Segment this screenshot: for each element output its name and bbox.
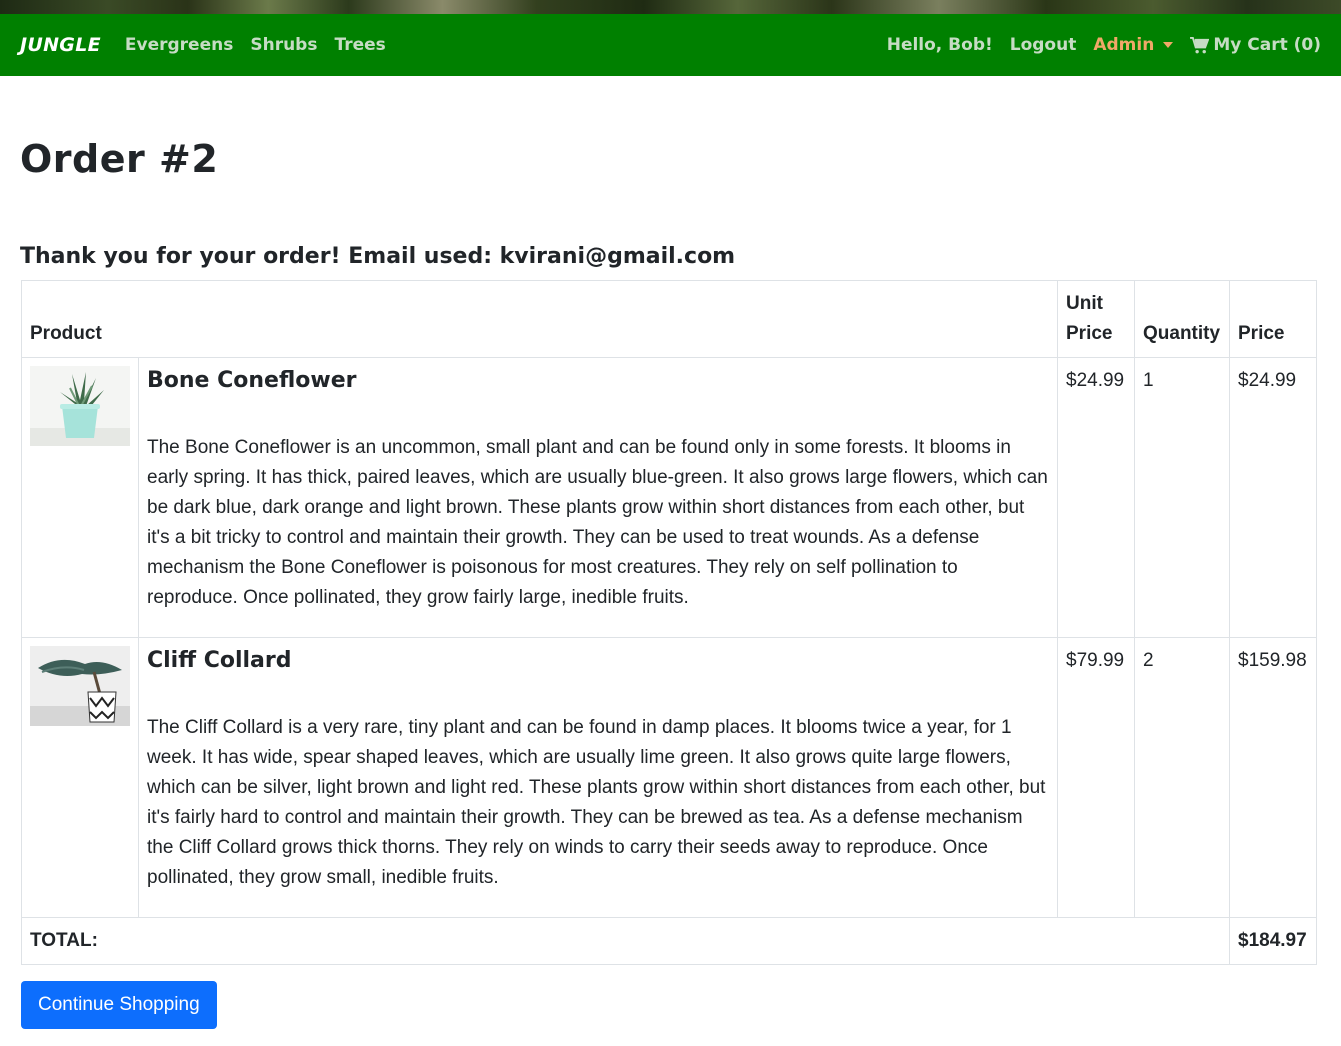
product-image-cell [21, 357, 139, 638]
header-unit-price: Unit Price [1057, 280, 1135, 358]
header-quantity: Quantity [1134, 280, 1230, 358]
product-name: Bone Coneflower [147, 368, 357, 393]
cart-label: My Cart (0) [1213, 35, 1321, 55]
product-image-cell [21, 637, 139, 918]
product-image-cliff-collard [30, 646, 130, 726]
product-image-bone-coneflower [30, 366, 130, 446]
nav-link-shrubs[interactable]: Shrubs [250, 35, 317, 55]
product-details-cell: Cliff Collard The Cliff Collard is a ver… [138, 637, 1058, 918]
continue-shopping-button[interactable]: Continue Shopping [21, 981, 217, 1029]
unit-price-cell: $79.99 [1057, 637, 1135, 918]
order-table: Product Unit Price Quantity Price Bone C… [21, 280, 1317, 965]
total-row: TOTAL: $184.97 [21, 917, 1317, 965]
price-cell: $159.98 [1229, 637, 1317, 918]
table-header-row: Product Unit Price Quantity Price [21, 280, 1317, 358]
header-product: Product [21, 280, 1058, 358]
header-banner-image [0, 0, 1341, 14]
navbar: JUNGLE Evergreens Shrubs Trees Hello, Bo… [0, 14, 1341, 76]
table-row: Bone Coneflower The Bone Coneflower is a… [21, 357, 1317, 638]
price-cell: $24.99 [1229, 357, 1317, 638]
total-value: $184.97 [1229, 917, 1317, 965]
logout-link[interactable]: Logout [1010, 35, 1077, 55]
product-description: The Bone Coneflower is an uncommon, smal… [147, 437, 1048, 608]
quantity-cell: 2 [1134, 637, 1230, 918]
nav-right-group: Hello, Bob! Logout Admin My Cart (0) [870, 35, 1321, 55]
product-name: Cliff Collard [147, 648, 292, 673]
user-greeting: Hello, Bob! [886, 35, 993, 55]
nav-link-evergreens[interactable]: Evergreens [125, 35, 233, 55]
table-row: Cliff Collard The Cliff Collard is a ver… [21, 637, 1317, 918]
admin-dropdown[interactable]: Admin [1093, 35, 1174, 55]
quantity-cell: 1 [1134, 357, 1230, 638]
product-details-cell: Bone Coneflower The Bone Coneflower is a… [138, 357, 1058, 638]
page-title: Order #2 [20, 137, 219, 181]
cart-link[interactable]: My Cart (0) [1190, 35, 1321, 55]
nav-link-trees[interactable]: Trees [334, 35, 385, 55]
order-confirmation-message: Thank you for your order! Email used: kv… [20, 244, 736, 269]
header-price: Price [1229, 280, 1317, 358]
brand-logo[interactable]: JUNGLE [20, 34, 101, 56]
product-description: The Cliff Collard is a very rare, tiny p… [147, 717, 1046, 888]
shopping-cart-icon [1190, 36, 1210, 53]
chevron-down-icon [1163, 42, 1174, 48]
total-label: TOTAL: [21, 917, 1230, 965]
admin-label: Admin [1093, 35, 1155, 55]
unit-price-cell: $24.99 [1057, 357, 1135, 638]
